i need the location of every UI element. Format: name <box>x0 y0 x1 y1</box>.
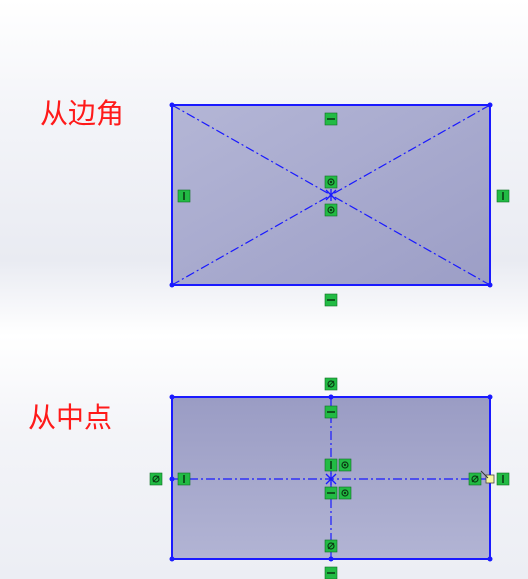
sketch-point[interactable] <box>328 394 334 400</box>
sketch-point[interactable] <box>169 556 175 562</box>
graphics-area[interactable]: 从边角 从中点 <box>0 0 528 579</box>
midpoint-relation-icon[interactable] <box>324 377 338 391</box>
center-rectangle[interactable] <box>169 394 495 562</box>
vertical-relation-icon[interactable] <box>496 472 510 486</box>
horizontal-relation-icon[interactable] <box>324 566 338 579</box>
sketch-point[interactable] <box>487 282 493 288</box>
sketch-point[interactable] <box>487 102 493 108</box>
midpoint-relation-icon[interactable] <box>149 472 163 486</box>
coincident-relation-icon[interactable] <box>324 203 338 217</box>
sketch-point[interactable] <box>487 394 493 400</box>
horizontal-relation-icon[interactable] <box>324 293 338 307</box>
vertical-relation-icon[interactable] <box>324 458 338 472</box>
coincident-relation-icon[interactable] <box>324 175 338 189</box>
sketch-point[interactable] <box>169 394 175 400</box>
sketch-point[interactable] <box>169 282 175 288</box>
coincident-relation-icon[interactable] <box>338 486 352 500</box>
sketch-point[interactable] <box>328 556 334 562</box>
midpoint-relation-icon[interactable] <box>468 472 482 486</box>
vertical-relation-icon[interactable] <box>177 472 191 486</box>
coincident-relation-icon[interactable] <box>338 458 352 472</box>
horizontal-relation-icon[interactable] <box>324 405 338 419</box>
sketch-canvas[interactable] <box>0 0 528 579</box>
sketch-point[interactable] <box>487 556 493 562</box>
horizontal-relation-icon[interactable] <box>324 486 338 500</box>
sketch-point[interactable] <box>169 476 175 482</box>
midpoint-relation-icon[interactable] <box>324 539 338 553</box>
corner-rectangle[interactable] <box>169 102 493 288</box>
vertical-relation-icon[interactable] <box>496 189 510 203</box>
sketch-point[interactable] <box>169 102 175 108</box>
vertical-relation-icon[interactable] <box>177 189 191 203</box>
horizontal-relation-icon[interactable] <box>324 112 338 126</box>
